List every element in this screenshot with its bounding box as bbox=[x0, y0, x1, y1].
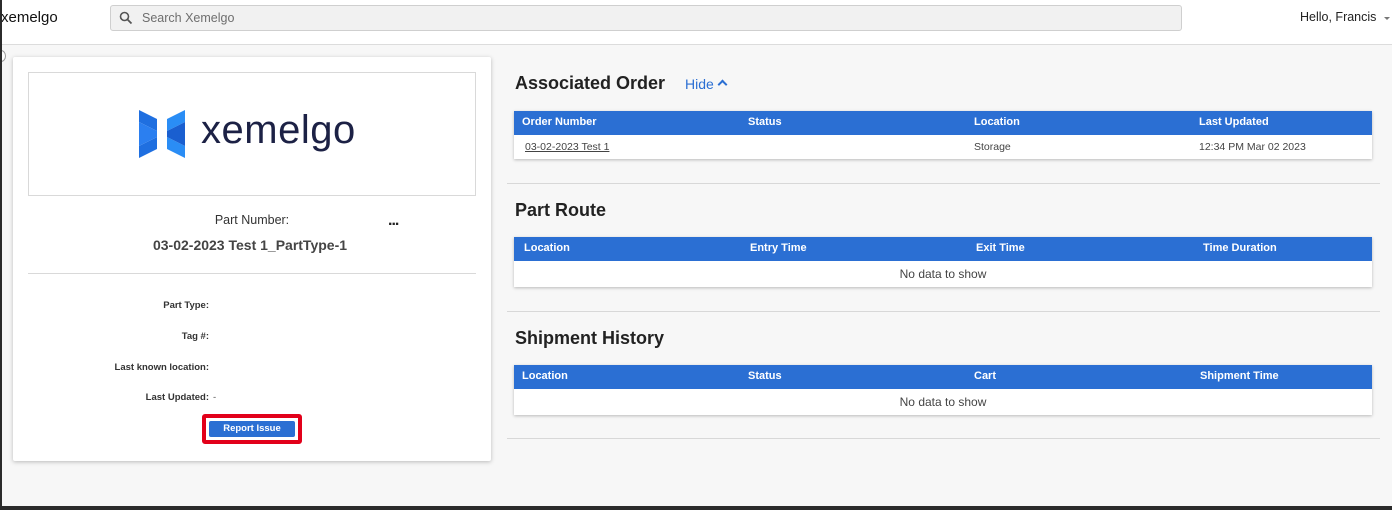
column-header[interactable]: Cart bbox=[974, 370, 996, 382]
last-updated-value: - bbox=[213, 392, 217, 403]
tag-label: Tag #: bbox=[181, 331, 209, 342]
search-placeholder: Search Xemelgo bbox=[142, 11, 235, 25]
table-header: Location Status Cart Shipment Time bbox=[514, 365, 1372, 389]
column-header[interactable]: Order Number bbox=[522, 116, 597, 128]
sidebar-toggle-handle[interactable] bbox=[0, 50, 6, 62]
section-divider bbox=[507, 311, 1380, 312]
report-issue-button[interactable]: Report Issue bbox=[209, 421, 295, 437]
company-logo-panel: xemelgo bbox=[28, 72, 476, 196]
divider bbox=[28, 273, 476, 274]
associated-order-table: Order Number Status Location Last Update… bbox=[514, 111, 1372, 159]
order-number-link[interactable]: 03-02-2023 Test 1 bbox=[525, 141, 609, 153]
hide-toggle-link[interactable]: Hide bbox=[685, 76, 728, 92]
brand-logo-text[interactable]: xemelgo bbox=[1, 9, 58, 26]
table-row: 03-02-2023 Test 1 Storage 12:34 PM Mar 0… bbox=[514, 135, 1372, 159]
part-type-label: Part Type: bbox=[163, 300, 209, 311]
part-detail-card: xemelgo Part Number: ... 03-02-2023 Test… bbox=[13, 57, 491, 461]
user-menu[interactable]: Hello, Francis bbox=[1300, 10, 1376, 24]
table-header: Location Entry Time Exit Time Time Durat… bbox=[514, 237, 1372, 261]
column-header[interactable]: Exit Time bbox=[976, 242, 1025, 254]
xemelgo-logo-icon bbox=[139, 110, 185, 158]
order-location-cell: Storage bbox=[974, 141, 1011, 153]
column-header[interactable]: Location bbox=[974, 116, 1020, 128]
logo-wordmark: xemelgo bbox=[201, 108, 356, 152]
section-divider bbox=[507, 438, 1380, 439]
empty-row: No data to show bbox=[514, 261, 1372, 287]
section-divider bbox=[507, 183, 1380, 184]
shipment-history-title: Shipment History bbox=[515, 328, 665, 348]
part-route-title: Part Route bbox=[515, 200, 607, 220]
top-bar: xemelgo Search Xemelgo Hello, Francis bbox=[0, 0, 1392, 45]
search-icon bbox=[119, 11, 133, 25]
column-header[interactable]: Entry Time bbox=[750, 242, 807, 254]
column-header[interactable]: Last Updated bbox=[1199, 116, 1269, 128]
column-header[interactable]: Location bbox=[522, 370, 568, 382]
shipment-history-table: Location Status Cart Shipment Time No da… bbox=[514, 365, 1372, 415]
order-last-updated-cell: 12:34 PM Mar 02 2023 bbox=[1199, 141, 1306, 153]
chevron-down-icon[interactable] bbox=[1384, 17, 1390, 20]
column-header[interactable]: Shipment Time bbox=[1200, 370, 1279, 382]
empty-state-text: No data to show bbox=[899, 395, 987, 409]
empty-row: No data to show bbox=[514, 389, 1372, 415]
column-header[interactable]: Status bbox=[748, 116, 782, 128]
associated-order-title: Associated Order bbox=[515, 73, 666, 93]
search-input[interactable]: Search Xemelgo bbox=[110, 5, 1182, 31]
chevron-up-icon bbox=[717, 79, 728, 90]
part-number-label: Part Number: bbox=[214, 213, 290, 227]
last-updated-label: Last Updated: bbox=[145, 392, 209, 403]
column-header[interactable]: Time Duration bbox=[1203, 242, 1277, 254]
empty-state-text: No data to show bbox=[899, 267, 987, 281]
part-number-value: 03-02-2023 Test 1_PartType-1 bbox=[152, 237, 348, 253]
more-options-icon[interactable]: ... bbox=[388, 212, 399, 230]
part-route-table: Location Entry Time Exit Time Time Durat… bbox=[514, 237, 1372, 287]
table-header: Order Number Status Location Last Update… bbox=[514, 111, 1372, 135]
last-known-location-label: Last known location: bbox=[114, 362, 209, 373]
column-header[interactable]: Status bbox=[748, 370, 782, 382]
hide-label: Hide bbox=[685, 76, 714, 92]
column-header[interactable]: Location bbox=[524, 242, 570, 254]
